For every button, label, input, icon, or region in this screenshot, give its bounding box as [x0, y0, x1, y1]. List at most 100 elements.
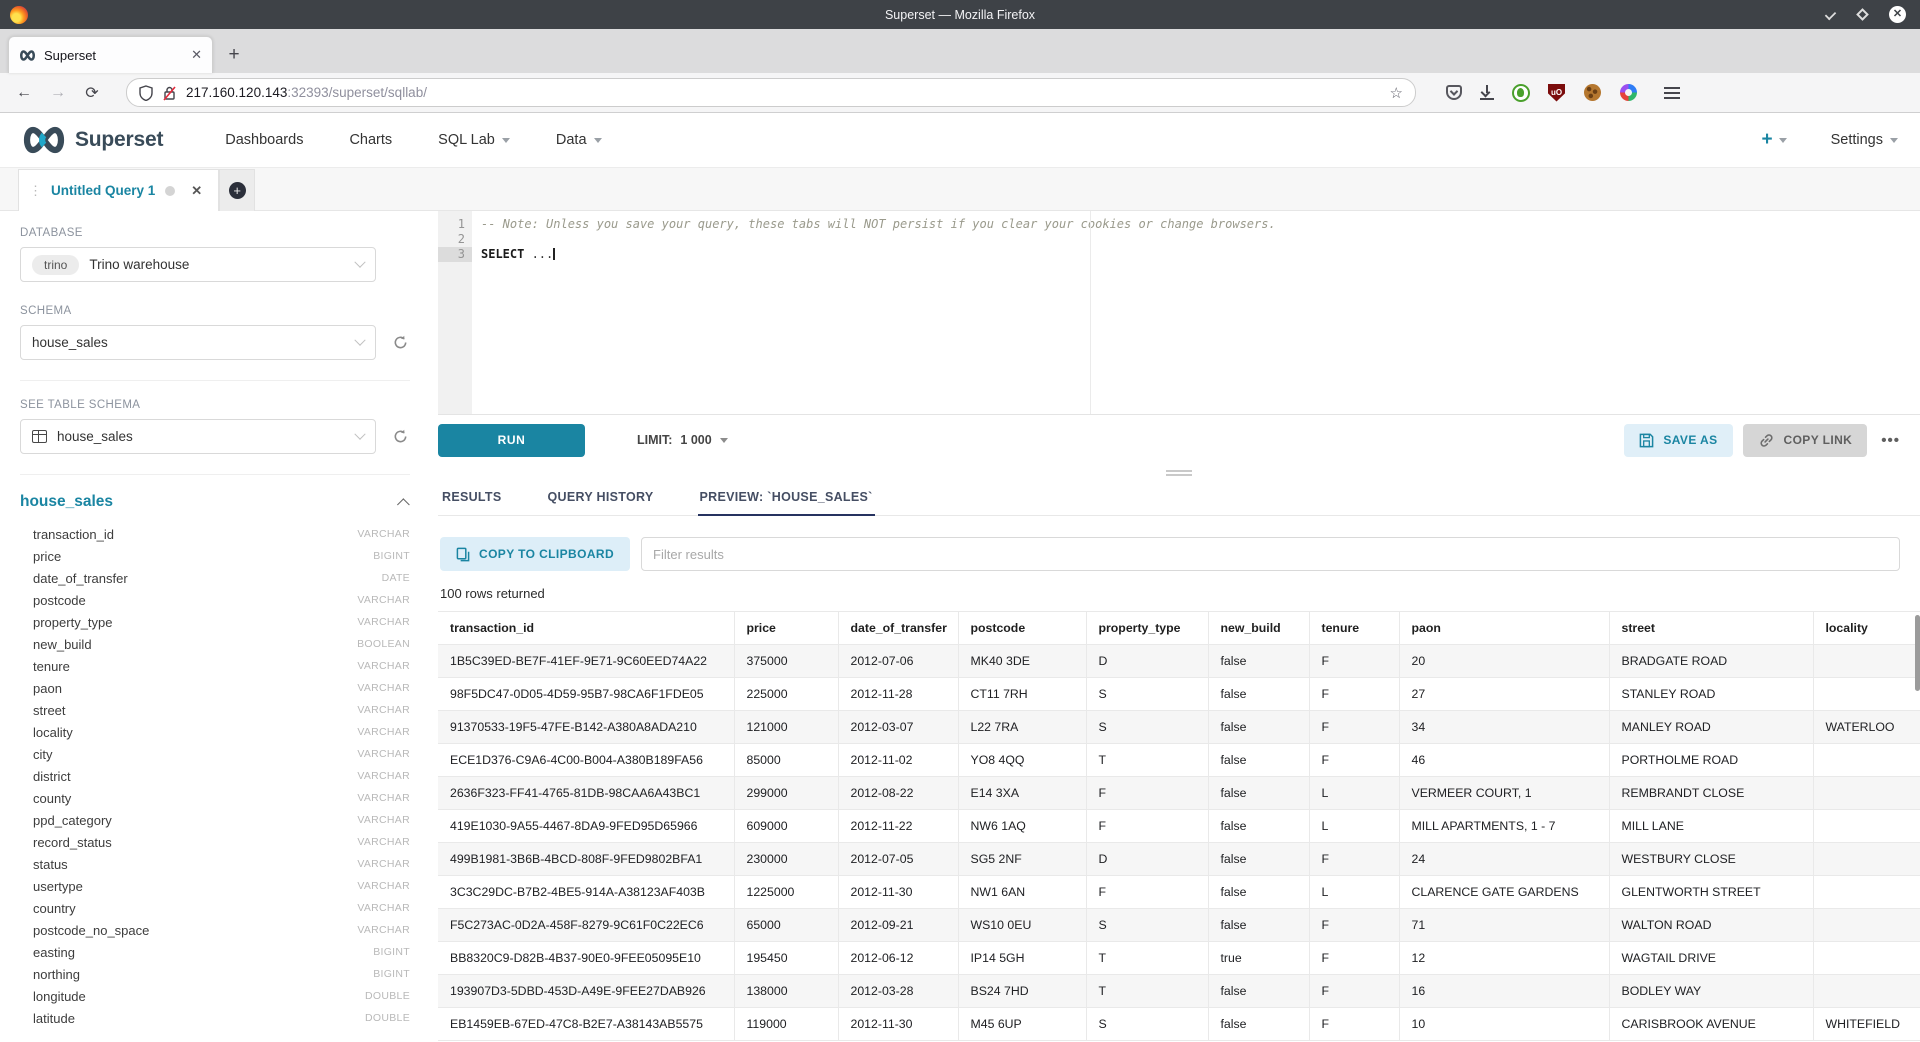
- new-tab-button[interactable]: +: [219, 40, 249, 70]
- query-tab-active[interactable]: ⋮ Untitled Query 1 ✕: [18, 169, 219, 211]
- schema-column-row[interactable]: tenureVARCHAR: [20, 655, 410, 677]
- column-header[interactable]: street: [1609, 612, 1813, 645]
- schema-column-row[interactable]: countyVARCHAR: [20, 787, 410, 809]
- column-type: VARCHAR: [357, 726, 410, 738]
- table-cell: false: [1208, 711, 1309, 744]
- nav-item-charts[interactable]: Charts: [349, 132, 392, 148]
- superset-brand[interactable]: Superset: [22, 126, 163, 154]
- save-as-button[interactable]: SAVE AS: [1624, 424, 1732, 457]
- url-path: :32393/superset/sqllab/: [287, 85, 427, 100]
- column-type: VARCHAR: [357, 528, 410, 540]
- window-minimize-button[interactable]: [1825, 9, 1836, 20]
- url-host: 217.160.120.143: [186, 85, 287, 100]
- schema-column-row[interactable]: latitudeDOUBLE: [20, 1007, 410, 1029]
- editor-line: [481, 232, 1920, 247]
- column-header[interactable]: postcode: [958, 612, 1086, 645]
- sql-comment: -- Note: Unless you save your query, the…: [481, 217, 1276, 231]
- column-header[interactable]: property_type: [1086, 612, 1208, 645]
- query-tab-close-icon[interactable]: ✕: [191, 183, 202, 199]
- schema-column-row[interactable]: longitudeDOUBLE: [20, 985, 410, 1007]
- schema-column-row[interactable]: countryVARCHAR: [20, 897, 410, 919]
- schema-column-row[interactable]: cityVARCHAR: [20, 743, 410, 765]
- chevron-up-icon[interactable]: [397, 498, 410, 511]
- table-schema-heading[interactable]: house_sales: [20, 493, 113, 511]
- add-query-tab-button[interactable]: +: [219, 169, 255, 211]
- window-maximize-button[interactable]: [1856, 8, 1869, 21]
- bookmark-star-icon[interactable]: ☆: [1390, 84, 1403, 102]
- table-cell: 1B5C39ED-BE7F-41EF-9E71-9C60EED74A22: [438, 645, 734, 678]
- vertical-scrollbar-thumb[interactable]: [1915, 615, 1920, 691]
- limit-dropdown[interactable]: LIMIT: 1 000: [637, 433, 728, 447]
- schema-column-row[interactable]: postcodeVARCHAR: [20, 589, 410, 611]
- schema-select[interactable]: house_sales: [20, 325, 376, 360]
- ublock-origin-icon[interactable]: uO: [1547, 83, 1566, 102]
- copy-link-label: COPY LINK: [1784, 433, 1853, 447]
- column-header[interactable]: date_of_transfer: [838, 612, 958, 645]
- column-type: BOOLEAN: [357, 638, 410, 650]
- more-options-button[interactable]: •••: [1881, 432, 1900, 449]
- editor-lines: -- Note: Unless you save your query, the…: [472, 211, 1920, 414]
- refresh-table-icon[interactable]: [393, 429, 408, 444]
- nav-item-dashboards[interactable]: Dashboards: [225, 132, 303, 148]
- schema-column-row[interactable]: date_of_transferDATE: [20, 567, 410, 589]
- settings-menu-button[interactable]: Settings: [1831, 132, 1898, 148]
- table-cell: 2012-11-30: [838, 876, 958, 909]
- reload-button[interactable]: ⟳: [78, 79, 106, 107]
- table-select[interactable]: house_sales: [20, 419, 376, 454]
- sql-editor[interactable]: 123 -- Note: Unless you save your query,…: [438, 211, 1920, 415]
- run-button[interactable]: RUN: [438, 424, 585, 457]
- schema-column-row[interactable]: usertypeVARCHAR: [20, 875, 410, 897]
- copy-to-clipboard-button[interactable]: COPY TO CLIPBOARD: [440, 537, 630, 571]
- database-select[interactable]: trino Trino warehouse: [20, 247, 376, 282]
- window-close-button[interactable]: ✕: [1889, 6, 1906, 23]
- browser-tab-superset[interactable]: Superset ✕: [8, 36, 213, 73]
- copy-link-button[interactable]: COPY LINK: [1743, 424, 1868, 457]
- schema-column-row[interactable]: transaction_idVARCHAR: [20, 523, 410, 545]
- downloads-icon[interactable]: [1480, 85, 1494, 100]
- schema-column-row[interactable]: priceBIGINT: [20, 545, 410, 567]
- schema-column-row[interactable]: eastingBIGINT: [20, 941, 410, 963]
- url-bar[interactable]: 217.160.120.143:32393/superset/sqllab/ ☆: [126, 78, 1416, 107]
- containers-extension-icon[interactable]: [1619, 83, 1638, 102]
- table-cell: false: [1208, 645, 1309, 678]
- column-header[interactable]: transaction_id: [438, 612, 734, 645]
- schema-column-row[interactable]: northingBIGINT: [20, 963, 410, 985]
- schema-column-row[interactable]: statusVARCHAR: [20, 853, 410, 875]
- browser-tab-close-icon[interactable]: ✕: [191, 47, 202, 63]
- tracking-shield-icon[interactable]: [139, 85, 153, 101]
- menu-hamburger-icon[interactable]: [1664, 87, 1680, 99]
- back-button[interactable]: ←: [10, 79, 38, 107]
- column-header[interactable]: paon: [1399, 612, 1609, 645]
- table-cell: WESTBURY CLOSE: [1609, 843, 1813, 876]
- schema-column-row[interactable]: ppd_categoryVARCHAR: [20, 809, 410, 831]
- drag-grip-icon[interactable]: ⋮: [29, 183, 41, 199]
- sqllab-left-panel: DATABASE trino Trino warehouse SCHEMA ho…: [0, 211, 430, 1042]
- pocket-icon[interactable]: [1444, 83, 1463, 102]
- privacy-badger-icon[interactable]: [1511, 83, 1530, 102]
- column-header[interactable]: price: [734, 612, 838, 645]
- new-menu-button[interactable]: +: [1761, 129, 1786, 151]
- column-header[interactable]: locality: [1813, 612, 1920, 645]
- cookie-extension-icon[interactable]: [1583, 83, 1602, 102]
- schema-column-row[interactable]: postcode_no_spaceVARCHAR: [20, 919, 410, 941]
- forward-button[interactable]: →: [44, 79, 72, 107]
- results-tab-1[interactable]: QUERY HISTORY: [546, 481, 656, 516]
- schema-column-row[interactable]: record_statusVARCHAR: [20, 831, 410, 853]
- insecure-lock-icon[interactable]: [162, 85, 177, 101]
- schema-column-row[interactable]: districtVARCHAR: [20, 765, 410, 787]
- nav-item-data[interactable]: Data: [556, 132, 602, 148]
- refresh-schema-icon[interactable]: [393, 335, 408, 350]
- schema-column-row[interactable]: new_buildBOOLEAN: [20, 633, 410, 655]
- nav-item-sql-lab[interactable]: SQL Lab: [438, 132, 510, 148]
- schema-column-row[interactable]: localityVARCHAR: [20, 721, 410, 743]
- results-tab-2[interactable]: PREVIEW: `HOUSE_SALES`: [698, 481, 875, 516]
- table-cell: 16: [1399, 975, 1609, 1008]
- column-header[interactable]: new_build: [1208, 612, 1309, 645]
- pane-resize-handle[interactable]: [438, 465, 1920, 481]
- schema-column-row[interactable]: streetVARCHAR: [20, 699, 410, 721]
- column-header[interactable]: tenure: [1309, 612, 1399, 645]
- schema-column-row[interactable]: property_typeVARCHAR: [20, 611, 410, 633]
- schema-column-row[interactable]: paonVARCHAR: [20, 677, 410, 699]
- results-tab-0[interactable]: RESULTS: [440, 481, 504, 516]
- filter-results-input[interactable]: [641, 537, 1900, 571]
